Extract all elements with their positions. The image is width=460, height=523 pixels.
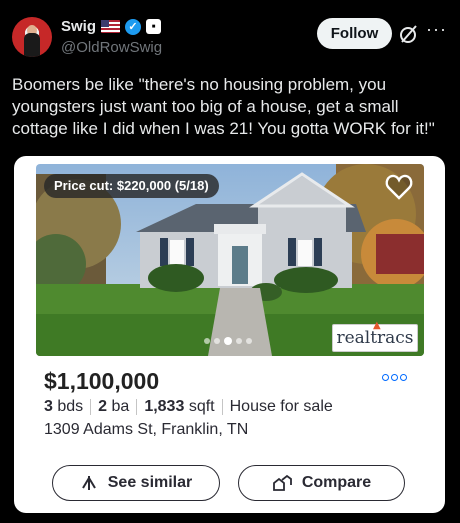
price-cut-badge: Price cut: $220,000 (5/18) — [44, 174, 219, 198]
sqft-value: 1,833 — [144, 398, 185, 415]
heart-icon[interactable] — [385, 174, 413, 200]
realtracs-logo: ▲ realtracs — [332, 320, 418, 352]
listing-specs: 3 bds 2 ba 1,833 sqft House for sale — [44, 398, 333, 416]
similar-icon — [81, 476, 96, 490]
pager-dot[interactable] — [204, 338, 210, 344]
see-similar-button[interactable]: See similar — [52, 465, 220, 501]
pager-dot[interactable] — [246, 338, 252, 344]
sqft-unit: sqft — [188, 398, 215, 415]
avatar[interactable] — [12, 17, 52, 57]
beds-unit: bds — [57, 398, 84, 415]
listing-price: $1,100,000 — [44, 368, 160, 394]
beds-value: 3 — [44, 398, 53, 415]
baths-unit: ba — [111, 398, 130, 415]
post-header: Swig ✓ ■ @OldRowSwig Follow ··· — [12, 14, 448, 60]
author-row: Swig ✓ ■ — [61, 18, 162, 35]
realtracs-text: realtracs — [336, 328, 414, 348]
photo-pager — [204, 337, 252, 345]
flag-icon — [101, 20, 121, 33]
compare-button[interactable]: Compare — [238, 465, 405, 501]
avatar-figure — [24, 33, 40, 57]
divider — [221, 399, 223, 415]
realtracs-flame-icon: ▲ — [373, 320, 381, 331]
more-dots-icon[interactable] — [382, 374, 407, 381]
divider — [90, 399, 92, 415]
pager-dot[interactable] — [214, 338, 220, 344]
baths-value: 2 — [98, 398, 108, 415]
listing-address: 1309 Adams St, Franklin, TN — [44, 421, 249, 438]
listing-type: House for sale — [229, 398, 333, 415]
compare-icon — [272, 474, 292, 491]
compare-label: Compare — [301, 474, 372, 491]
pager-dot[interactable] — [236, 338, 242, 344]
verified-icon[interactable]: ✓ — [125, 18, 142, 35]
affiliate-badge-icon[interactable]: ■ — [146, 19, 162, 34]
listing-card[interactable]: Price cut: $220,000 (5/18) ▲ realtracs $… — [14, 156, 445, 513]
more-icon[interactable]: ··· — [426, 19, 447, 40]
pager-dot-active[interactable] — [224, 337, 232, 345]
follow-button[interactable]: Follow — [317, 18, 392, 49]
author-name[interactable]: Swig — [61, 18, 96, 35]
see-similar-label: See similar — [107, 474, 193, 491]
grok-icon[interactable] — [398, 23, 420, 45]
divider — [136, 399, 138, 415]
author-handle[interactable]: @OldRowSwig — [61, 39, 162, 56]
post-text: Boomers be like "there's no housing prob… — [12, 75, 435, 138]
